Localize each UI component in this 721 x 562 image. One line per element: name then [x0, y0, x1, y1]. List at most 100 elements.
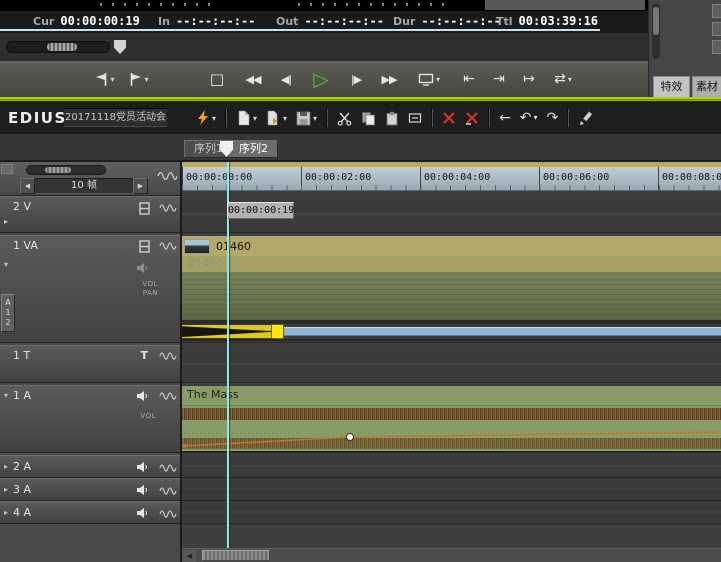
lane-1t[interactable]	[182, 345, 721, 383]
track-height-slider[interactable]	[26, 165, 106, 175]
previous-frame-button[interactable]: ◀|	[272, 66, 300, 92]
rubber-band-point[interactable]	[347, 434, 354, 441]
waveform-toggle-icon[interactable]	[159, 239, 177, 253]
edit-tool-button[interactable]	[578, 111, 593, 126]
video-clip[interactable]: 01460 01460	[182, 236, 721, 341]
fast-forward-button[interactable]: ▶▶	[374, 66, 404, 92]
track-header-2a[interactable]: ▸ 2 A	[0, 455, 180, 478]
clip-mixer-strip[interactable]	[182, 324, 721, 339]
add-transition-button[interactable]: ▾	[196, 110, 216, 126]
set-in-point-button[interactable]: ▾	[90, 66, 120, 92]
cut-button[interactable]	[337, 111, 352, 126]
audio-channel-patch[interactable]: A 1 2	[1, 294, 15, 332]
expand-icon[interactable]: ▾	[4, 260, 8, 269]
frame-step-down-button[interactable]: ◀	[20, 178, 35, 194]
jump-back-button[interactable]: ←	[499, 110, 511, 126]
ripple-delete-button[interactable]	[465, 111, 479, 125]
caret-down-icon: ▾	[212, 114, 216, 123]
lane-2a[interactable]	[182, 455, 721, 478]
frame-step-up-button[interactable]: ▶	[133, 178, 148, 194]
track-header-3a[interactable]: ▸ 3 A	[0, 478, 180, 501]
timeline-ruler[interactable]: 00:00:00:00 00:00:02:00 00:00:04:00 00:0…	[182, 167, 721, 191]
waveform-toggle-icon[interactable]	[159, 507, 177, 521]
waveform-toggle-icon[interactable]	[159, 461, 177, 475]
rewind-button[interactable]: ◀◀	[238, 66, 268, 92]
speaker-icon[interactable]	[136, 507, 149, 522]
replace-button[interactable]	[408, 111, 422, 125]
shuttle-slider-handle[interactable]	[47, 43, 77, 51]
mixer-rubber-bar[interactable]	[284, 327, 721, 336]
speaker-icon[interactable]	[136, 461, 149, 476]
track-height-handle[interactable]	[45, 167, 71, 173]
new-document-icon	[236, 110, 251, 126]
tab-sequence-2[interactable]: 序列2	[229, 140, 278, 158]
scrollbar-handle[interactable]	[202, 550, 270, 561]
speaker-icon[interactable]	[136, 390, 149, 405]
clipboard-icon	[385, 111, 399, 126]
layers-icon[interactable]	[139, 202, 150, 218]
timeline-horizontal-scrollbar[interactable]: ◀	[182, 548, 721, 562]
tab-effects[interactable]: 特效	[653, 76, 690, 97]
playhead-line[interactable]	[227, 162, 229, 548]
waveform-toggle-icon[interactable]	[157, 168, 177, 183]
save-button[interactable]: ▾	[296, 111, 317, 126]
delete-button[interactable]	[442, 111, 456, 125]
bin-tool-icon[interactable]	[712, 4, 721, 18]
bin-scrollbar-handle[interactable]	[653, 7, 659, 35]
play-button[interactable]: ▷	[304, 66, 338, 92]
speaker-icon[interactable]	[136, 484, 149, 499]
track-header-1a[interactable]: ▾ 1 A VOL	[0, 385, 180, 453]
export-button[interactable]: ▾	[266, 110, 287, 126]
video-clip-header[interactable]: 01460	[182, 236, 721, 256]
waveform-toggle-icon[interactable]	[159, 484, 177, 498]
waveform-toggle-icon[interactable]	[159, 201, 177, 215]
goto-out-point-button[interactable]: ⇥	[486, 66, 512, 92]
timecode-in: In --:--:--:--	[158, 14, 255, 28]
lane-3a[interactable]	[182, 478, 721, 501]
bin-tool-icon[interactable]	[712, 22, 721, 36]
waveform-toggle-icon[interactable]	[159, 349, 177, 363]
shuttle-slider-track[interactable]	[6, 41, 110, 53]
title-track-icon[interactable]: T	[140, 349, 148, 362]
expand-icon[interactable]: ▾	[4, 391, 8, 400]
layers-icon[interactable]	[139, 240, 150, 256]
bin-vertical-scrollbar[interactable]	[652, 3, 660, 59]
track-header-2v[interactable]: 2 V ▸	[0, 196, 180, 233]
track-header-1t[interactable]: 1 T T	[0, 345, 180, 383]
next-frame-button[interactable]: |▶	[342, 66, 370, 92]
edius-toolbar-bar: EDIUS 20171118党员活动会 ▾ ▾	[0, 101, 721, 134]
fade-end-hand[interactable]	[271, 324, 284, 339]
undo-button[interactable]: ↶ ▾	[520, 110, 538, 126]
timecode-tooltip: 00:00:00:19	[227, 202, 294, 219]
goto-in-point-button[interactable]: ⇤	[456, 66, 482, 92]
next-edit-point-button[interactable]: ↦	[516, 66, 542, 92]
track-header-4a[interactable]: ▸ 4 A	[0, 501, 180, 524]
video-clip-body[interactable]	[182, 272, 721, 320]
expand-icon[interactable]: ▸	[4, 485, 8, 494]
expand-icon[interactable]: ▸	[4, 217, 8, 226]
edius-application-window: Cur 00:00:00:19 In --:--:--:-- Out --:--…	[0, 0, 721, 562]
timeline-area[interactable]: 00:00:00:00 00:00:02:00 00:00:04:00 00:0…	[182, 162, 721, 562]
scroll-left-button[interactable]: ◀	[183, 550, 196, 562]
lane-4a[interactable]	[182, 501, 721, 524]
playback-position-marker[interactable]	[114, 40, 126, 54]
expand-icon[interactable]: ▸	[4, 508, 8, 517]
new-sequence-button[interactable]: ▾	[236, 110, 257, 126]
audio-clip[interactable]: The Mass	[182, 386, 721, 452]
waveform-toggle-icon[interactable]	[159, 389, 177, 403]
mode-switch-button[interactable]: ⇄ ▾	[546, 66, 580, 92]
copy-button[interactable]	[361, 111, 376, 126]
bin-tool-icon[interactable]	[712, 40, 721, 54]
volume-rubber-band[interactable]	[182, 386, 721, 452]
display-mode-button[interactable]: ▾	[412, 66, 446, 92]
track-header-1va[interactable]: 1 VA ▾ VOL PAN	[0, 235, 180, 343]
speaker-muted-icon[interactable]	[136, 262, 149, 277]
expand-icon[interactable]: ▸	[4, 462, 8, 471]
set-out-point-button[interactable]: ▾	[124, 66, 154, 92]
redo-button[interactable]: ↷	[547, 110, 559, 126]
stop-button[interactable]: □	[203, 66, 231, 92]
rail-notch[interactable]	[1, 164, 13, 174]
tab-source[interactable]: 素材	[692, 76, 721, 97]
paste-button[interactable]	[385, 111, 399, 126]
audio-fade-bar[interactable]	[182, 325, 282, 338]
